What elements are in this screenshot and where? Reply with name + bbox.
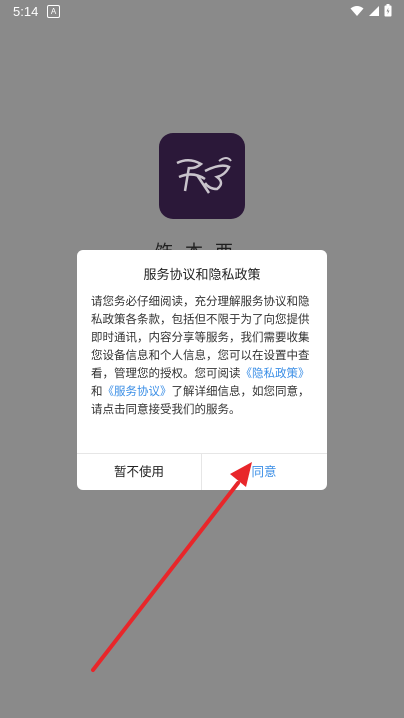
annotation-arrow-icon bbox=[91, 462, 252, 672]
